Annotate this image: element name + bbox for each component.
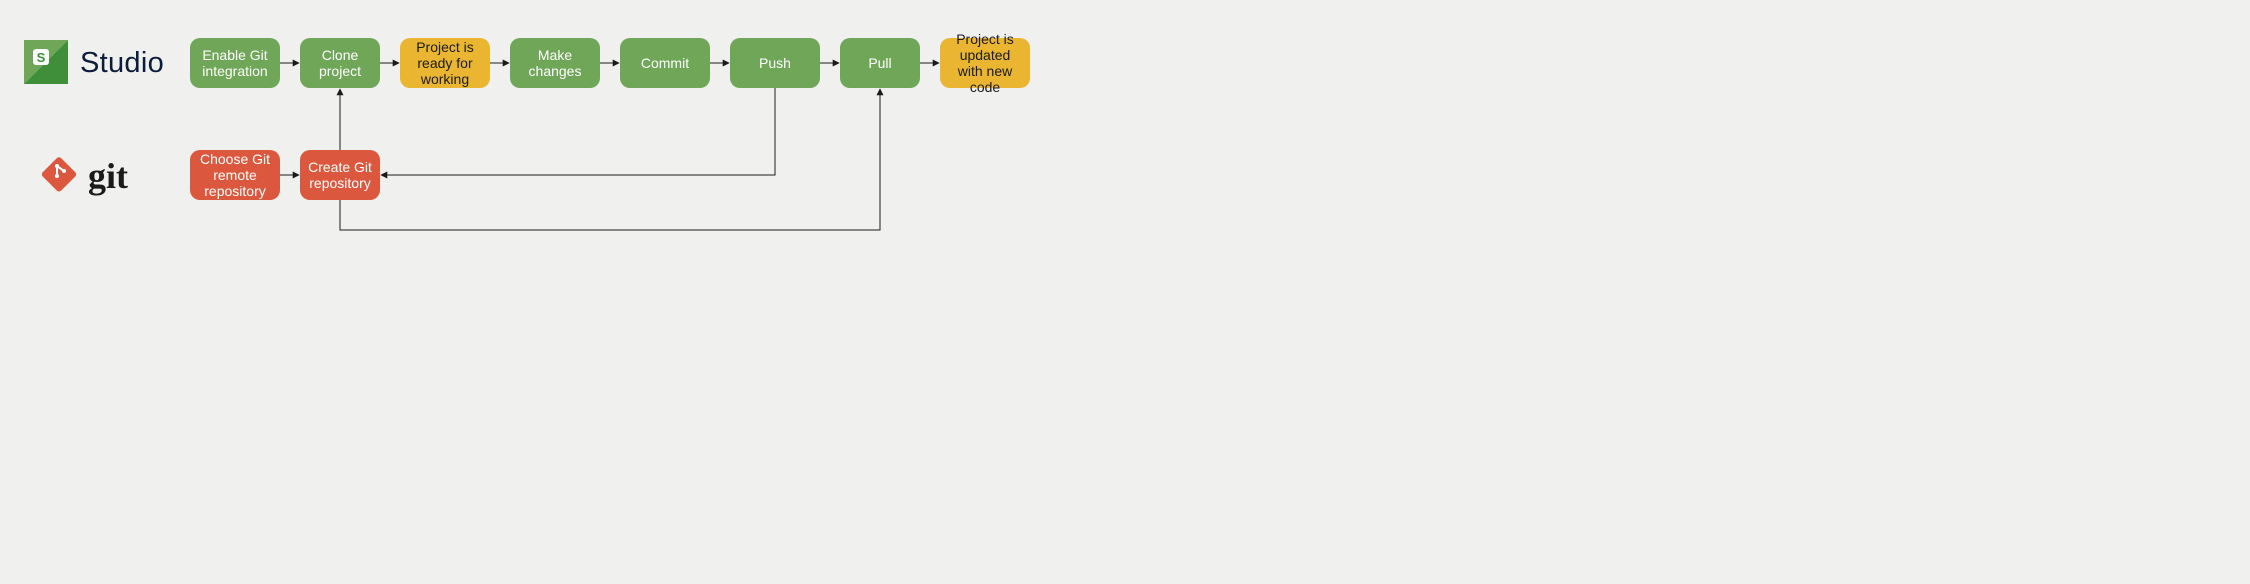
git-logo: git xyxy=(40,155,128,197)
node-create-repo: Create Git repository xyxy=(300,150,380,200)
node-choose-remote: Choose Git remote repository xyxy=(190,150,280,200)
studio-label: Studio xyxy=(80,47,164,80)
node-commit: Commit xyxy=(620,38,710,88)
node-enable-git: Enable Git integration xyxy=(190,38,280,88)
git-icon xyxy=(40,156,78,197)
studio-icon: S xyxy=(24,40,68,87)
node-push: Push xyxy=(730,38,820,88)
arrow-push-to-create xyxy=(381,88,775,175)
arrow-create-to-pull xyxy=(340,89,880,230)
node-project-ready: Project is ready for working xyxy=(400,38,490,88)
node-pull: Pull xyxy=(840,38,920,88)
node-project-updated: Project is updated with new code xyxy=(940,38,1030,88)
node-clone-project: Clone project xyxy=(300,38,380,88)
diagram-canvas: S Studio git Enable Git integration Clon… xyxy=(0,0,1500,389)
node-make-changes: Make changes xyxy=(510,38,600,88)
svg-text:S: S xyxy=(37,50,46,65)
git-label: git xyxy=(88,155,128,197)
studio-logo: S Studio xyxy=(24,40,164,87)
